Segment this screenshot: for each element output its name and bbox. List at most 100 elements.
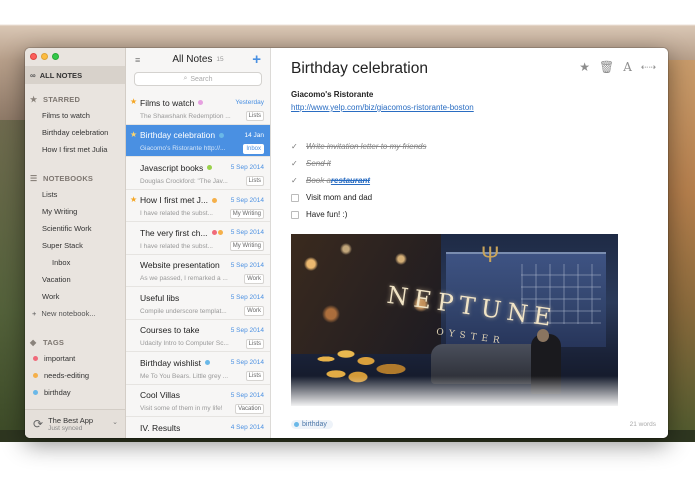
note-title-text: Courses to take [140,325,200,335]
note-link[interactable]: http://www.yelp.com/biz/giacomos-ristora… [291,103,474,112]
font-icon[interactable]: A [623,60,632,74]
list-title: All Notes [172,54,213,65]
plus-icon: + [32,309,37,318]
zoom-button[interactable] [52,53,59,60]
tag-color-dot [198,100,204,105]
sidebar-item-starred[interactable]: Birthday celebration [25,124,125,141]
tag-color-dot [212,197,218,203]
sidebar-item-notebook[interactable]: My Writing [25,203,125,220]
note-list-item[interactable]: ★ Films to watch Yesterday The Shawshank Re… [126,92,270,125]
checklist-item[interactable]: ✓ Send it [291,155,426,172]
sidebar-item-notebook[interactable]: Inbox [25,254,125,271]
note-list-item[interactable]: ★ How I first met J... 5 Sep 2014 I have re… [126,190,270,222]
note-preview: The Shawshank Redemption ... [140,112,231,120]
sidebar-item-label: Lists [42,190,58,199]
check-icon[interactable]: ✓ [291,159,300,168]
sidebar: ∞ ALL NOTES ★ STARRED Films to watch Bir… [25,48,126,438]
close-button[interactable] [30,53,37,60]
search-input[interactable]: ⌕ Search [134,72,262,86]
sidebar-item-all-notes[interactable]: ∞ ALL NOTES [25,66,125,84]
checklist-text: Send it [306,159,331,168]
checklist-item[interactable]: ✓ Write invitation letter to my friends [291,138,426,155]
checklist: ✓ Write invitation letter to my friends … [291,138,426,223]
checkbox[interactable] [291,210,299,219]
sidebar-item-label: Inbox [52,258,71,267]
tag-icon: ◆ [30,338,37,347]
note-list-item[interactable]: Useful libs 5 Sep 2014 Compile underscore … [126,287,270,320]
sidebar-item-starred[interactable]: How I first met Julia [25,141,125,158]
new-notebook-button[interactable]: + New notebook... [25,305,125,322]
checklist-item[interactable]: ✓ Book a restaurant [291,172,426,189]
sidebar-item-starred[interactable]: Films to watch [25,107,125,124]
sidebar-item-tag[interactable]: needs-editing [25,367,125,384]
note-title: Website presentation [140,260,220,270]
notebook-badge: Lists [245,176,264,186]
tag-color-dot [33,356,38,361]
notebooks-header[interactable]: ☰ NOTEBOOKS [25,171,125,186]
note-date: 5 Sep 2014 [230,359,264,366]
checkbox[interactable] [291,193,299,202]
note-list-item[interactable]: Javascript books 5 Sep 2014 Douglas Crockf… [126,157,270,190]
checklist-text: Visit mom and dad [306,193,373,202]
note-list-item[interactable]: ★ Birthday celebration 14 Jan Giacomo's Ris… [126,124,270,157]
starred-header[interactable]: ★ STARRED [25,92,125,107]
checklist-item[interactable]: Visit mom and dad [291,189,426,206]
tags-section: ◆ TAGS important needs-editing birthday [25,335,125,401]
note-title: Cool Villas [140,390,180,400]
note-date: 4 Sep 2014 [230,424,264,431]
tag-color-dot [217,230,223,235]
note-list-item[interactable]: The very first ch... 5 Sep 2014 I have rel… [126,222,270,255]
tags-header[interactable]: ◆ TAGS [25,335,125,350]
note-list-item[interactable]: Website presentation 5 Sep 2014 As we pass… [126,255,270,287]
note-title-text: The very first ch... [140,227,208,238]
note-list-item[interactable]: Cool Villas 5 Sep 2014 Visit some of them … [126,385,270,417]
note-list-item[interactable]: Courses to take 5 Sep 2014 Udacity Intro t… [126,320,270,352]
sidebar-item-notebook[interactable]: Vacation [25,271,125,288]
trash-icon[interactable]: 🗑 [599,60,614,74]
account-switcher[interactable]: ⟳ The Best App Just synced ⌄ [25,409,125,438]
notebooks-section: ☰ NOTEBOOKS Lists My Writing Scientific … [25,171,125,322]
note-title-text: Website presentation [140,260,220,270]
checklist-item[interactable]: Have fun! :) [291,206,426,223]
note-title-text: IV. Results [140,422,181,433]
check-icon[interactable]: ✓ [291,176,300,185]
sidebar-item-notebook[interactable]: Super Stack [25,237,125,254]
sidebar-item-tag[interactable]: birthday [25,384,125,401]
sidebar-item-label: Birthday celebration [42,128,109,137]
note-title[interactable]: Birthday celebration [291,60,428,78]
new-note-button[interactable]: + [252,51,261,68]
notes-list: ★ Films to watch Yesterday The Shawshank Re… [126,92,270,438]
note-title-text: Cool Villas [140,390,181,400]
sidebar-item-label: How I first met Julia [42,145,108,154]
sort-icon[interactable]: ≡ [135,55,140,65]
word-count: 21 words [629,421,656,428]
star-icon[interactable]: ★ [579,60,590,74]
sidebar-item-notebook[interactable]: Lists [25,186,125,203]
tag-color-dot [207,165,213,170]
checklist-link[interactable]: restaurant [331,176,370,185]
note-preview: Douglas Crockford: "The Jav... [140,177,228,185]
sidebar-item-notebook[interactable]: Scientific Work [25,220,125,237]
note-list-item[interactable]: Birthday wishlist 5 Sep 2014 Me To You Bea… [126,352,270,385]
sync-icon: ⟳ [33,417,44,431]
note-title-text: Birthday wishlist [140,357,201,368]
note-preview: Giacomo's Ristorante http://... [140,145,226,152]
note-preview: Compile underscore templat... [140,307,227,315]
note-title: Javascript books [140,163,213,173]
minimize-button[interactable] [41,53,48,60]
expand-icon[interactable]: ⇠⇢ [641,62,656,73]
app-window: ∞ ALL NOTES ★ STARRED Films to watch Bir… [25,48,668,438]
starred-section: ★ STARRED Films to watch Birthday celebr… [25,92,125,158]
note-tag[interactable]: birthday [291,420,333,429]
star-icon: ★ [30,95,38,104]
notebook-badge: My Writing [229,241,264,251]
check-icon[interactable]: ✓ [291,142,300,151]
note-image[interactable]: Ψ NEPTUNE OYSTER [291,234,618,406]
note-preview: I have related the subst... [140,242,213,250]
note-date: 14 Jan [244,131,264,139]
sidebar-item-notebook[interactable]: Work [25,288,125,305]
note-list-item[interactable]: IV. Results 4 Sep 2014 [126,417,270,438]
note-title-text: Useful libs [140,292,180,303]
notebook-badge: Lists [245,371,264,381]
sidebar-item-tag[interactable]: important [25,350,125,367]
